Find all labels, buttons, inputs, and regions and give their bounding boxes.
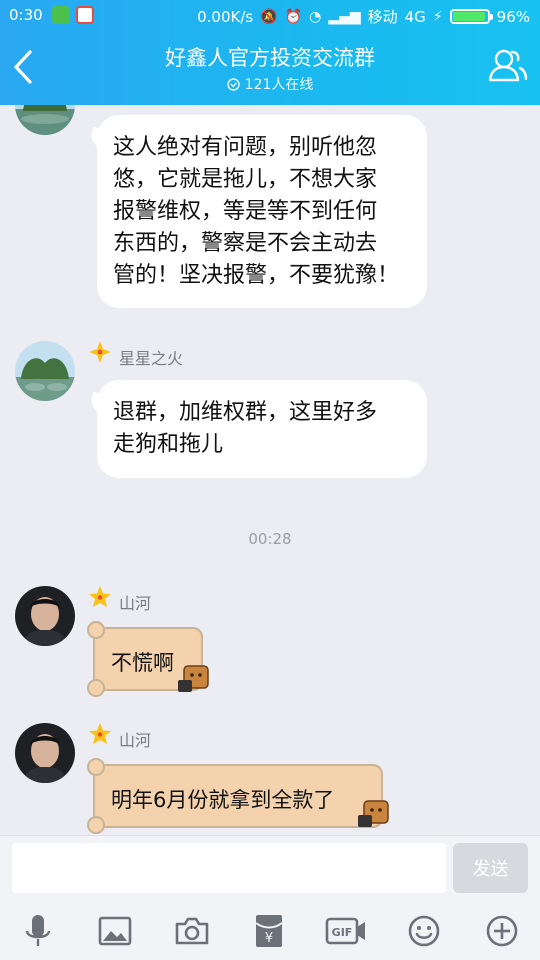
member-level-icon	[89, 341, 111, 363]
message-text: 不慌啊	[111, 651, 174, 675]
message-text: 明年6月份就拿到全款了	[111, 788, 335, 812]
message-bubble[interactable]: 退群，加维权群，这里好多 走狗和拖儿	[97, 380, 427, 478]
alarm-icon: ⏰	[284, 8, 303, 25]
message-line: 这人绝对有问题，别听他忽	[113, 135, 378, 160]
camera-button[interactable]	[174, 913, 210, 949]
online-count: 121人在线	[170, 74, 370, 94]
status-right: 0.00K/s 🔕 ⏰ ◔ ▂▄▆ 移动 4G ⚡ 96%	[197, 6, 530, 27]
red-packet-icon: ¥	[255, 915, 283, 947]
more-button[interactable]	[484, 913, 520, 949]
online-count-text: 121人在线	[244, 77, 314, 93]
microphone-icon	[25, 915, 51, 946]
back-button[interactable]	[6, 45, 40, 89]
online-indicator-icon	[226, 77, 240, 91]
battery-icon	[449, 9, 493, 24]
charging-icon: ⚡	[432, 8, 443, 25]
svg-text:GIF: GIF	[332, 926, 353, 939]
chevron-left-icon	[14, 50, 32, 84]
net-speed: 0.00K/s	[197, 7, 254, 26]
album-button[interactable]	[97, 913, 133, 949]
message-line: 退群，加维权群，这里好多	[113, 400, 378, 425]
sender-name[interactable]: 山河	[119, 590, 151, 614]
member-level-icon	[89, 586, 111, 607]
notification-app-icon	[76, 6, 94, 24]
man-avatar-image	[15, 586, 75, 646]
message-line: 报警维权，等是等不到任何	[113, 199, 378, 224]
message-line: 管的！坚决报警，不要犹豫！	[113, 263, 400, 288]
man-avatar-image	[15, 723, 75, 783]
svg-text:¥: ¥	[265, 931, 273, 946]
message-input[interactable]	[12, 843, 446, 893]
gif-button[interactable]: GIF	[325, 913, 367, 949]
signal-icon: ▂▄▆	[328, 8, 361, 25]
avatar[interactable]	[15, 341, 75, 401]
status-time: 0:30	[9, 6, 43, 24]
emoji-icon	[408, 915, 440, 947]
carrier: 移动	[367, 8, 398, 26]
sim-app-icon	[52, 6, 70, 24]
voice-button[interactable]	[20, 913, 56, 949]
cookie-sticker-icon	[178, 665, 209, 692]
person-icon	[488, 49, 528, 82]
landscape-avatar-image	[15, 105, 75, 135]
message-line: 走狗和拖儿	[113, 432, 224, 457]
sender-name[interactable]: 山河	[119, 727, 151, 751]
group-members-button[interactable]	[486, 46, 528, 86]
timestamp-divider: 00:28	[248, 530, 292, 548]
cookie-sticker-icon	[358, 800, 389, 827]
mute-icon: 🔕	[260, 8, 278, 25]
battery-percent: 96%	[496, 7, 530, 26]
avatar[interactable]	[15, 723, 75, 783]
message-line: 东西的，警察是不会主动去	[113, 231, 378, 256]
member-level-icon	[89, 723, 111, 744]
gif-icon: GIF	[325, 917, 365, 945]
avatar[interactable]	[15, 586, 75, 646]
red-packet-button[interactable]: ¥	[251, 913, 287, 949]
status-bar: 0:30 0.00K/s 🔕 ⏰ ◔ ▂▄▆ 移动 4G ⚡ 96%	[0, 0, 540, 32]
sender-name[interactable]: 星星之火	[119, 345, 183, 369]
message-line: 悠，它就是拖儿，不想大家	[113, 167, 378, 192]
message-bubble[interactable]: 明年6月份就拿到全款了	[87, 758, 383, 834]
wifi-icon: ◔	[309, 8, 322, 25]
send-button[interactable]: 发送	[453, 843, 528, 893]
image-icon	[98, 916, 132, 946]
emoji-button[interactable]	[406, 913, 442, 949]
network-type: 4G	[404, 7, 426, 26]
landscape-avatar-image	[15, 341, 75, 401]
app-header: 0:30 0.00K/s 🔕 ⏰ ◔ ▂▄▆ 移动 4G ⚡ 96% 好鑫人官方…	[0, 0, 540, 105]
input-bar: 发送 ¥ GIF	[0, 835, 540, 960]
message-bubble[interactable]: 这人绝对有问题，别听他忽 悠，它就是拖儿，不想大家 报警维权，等是等不到任何 东…	[97, 115, 427, 308]
camera-icon	[175, 917, 209, 945]
chat-area[interactable]: 这人绝对有问题，别听他忽 悠，它就是拖儿，不想大家 报警维权，等是等不到任何 东…	[0, 105, 540, 835]
group-title: 好鑫人官方投资交流群	[165, 46, 375, 70]
avatar[interactable]	[15, 105, 75, 135]
plus-icon	[486, 915, 518, 947]
